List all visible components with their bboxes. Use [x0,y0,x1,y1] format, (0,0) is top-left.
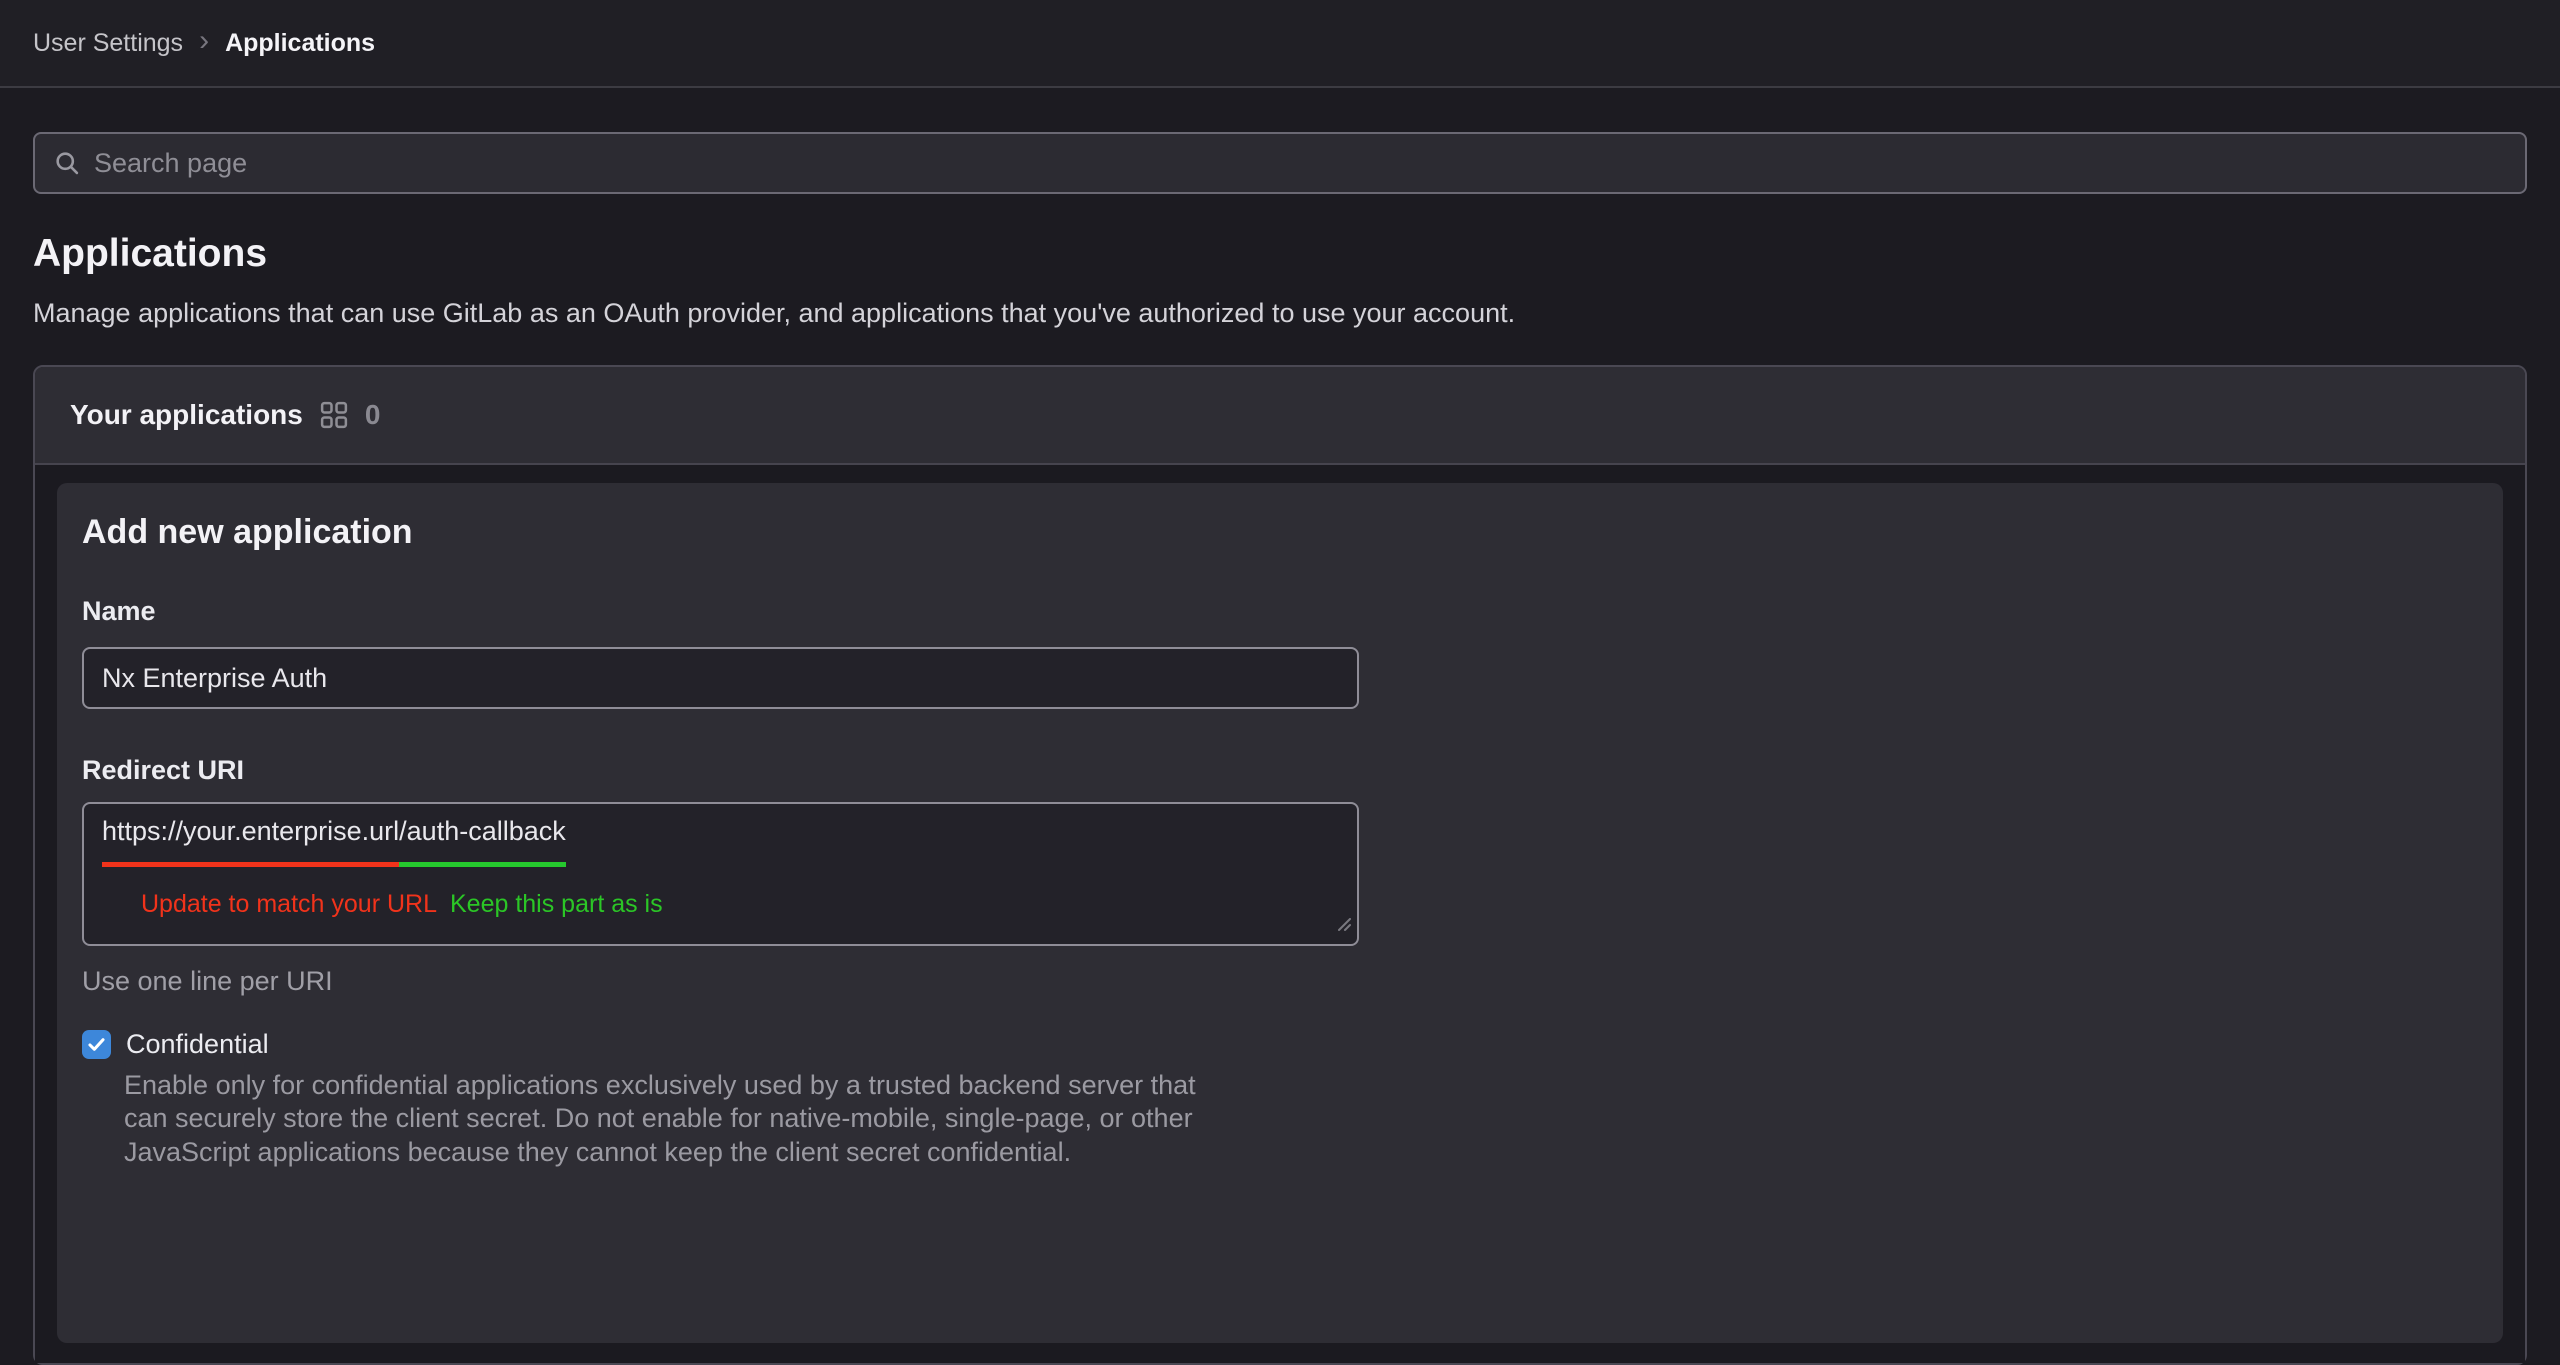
checkmark-icon [86,1034,107,1055]
top-bar: User Settings › Applications [0,0,2560,88]
confidential-description-line: can securely store the client secret. Do… [124,1102,2478,1135]
breadcrumb-applications: Applications [225,29,375,58]
redirect-uri-path-part: /auth-callback [399,816,566,867]
redirect-uri-textarea[interactable]: https://your.enterprise.url/auth-callbac… [82,802,1359,946]
applications-grid-icon [319,400,349,430]
your-applications-title: Your applications [70,399,303,431]
your-applications-body: Add new application Name Redirect URI ht… [35,465,2525,1363]
main-content: Applications Manage applications that ca… [0,132,2560,1365]
confidential-checkbox[interactable] [82,1030,111,1059]
confidential-label[interactable]: Confidential [126,1029,269,1060]
your-applications-header: Your applications 0 [35,367,2525,465]
breadcrumb-user-settings[interactable]: User Settings [33,29,183,58]
annotation-keep-part: Keep this part as is [450,890,663,919]
redirect-uri-host-part: https://your.enterprise.url [102,816,399,867]
confidential-description: Enable only for confidential application… [124,1069,2478,1169]
annotation-update-url: Update to match your URL [141,890,437,919]
chevron-right-icon: › [199,26,209,56]
add-application-title: Add new application [82,513,2478,552]
application-name-input[interactable] [82,647,1359,709]
redirect-uri-label: Redirect URI [82,755,2478,786]
search-bar[interactable] [33,132,2527,194]
textarea-resize-handle-icon[interactable] [1334,908,1352,939]
search-input[interactable] [94,148,2507,179]
confidential-description-line: JavaScript applications because they can… [124,1136,2478,1169]
redirect-uri-value: https://your.enterprise.url/auth-callbac… [102,816,566,867]
redirect-uri-help-text: Use one line per URI [82,966,2478,997]
add-new-application-panel: Add new application Name Redirect URI ht… [57,483,2503,1343]
confidential-description-line: Enable only for confidential application… [124,1069,2478,1102]
search-icon [53,149,81,177]
name-label: Name [82,596,2478,627]
page-title: Applications [33,232,2527,276]
your-applications-card: Your applications 0 Add new application … [33,365,2527,1365]
applications-count-badge: 0 [365,399,381,431]
page-description: Manage applications that can use GitLab … [33,298,2527,329]
breadcrumb: User Settings › Applications [33,28,375,58]
